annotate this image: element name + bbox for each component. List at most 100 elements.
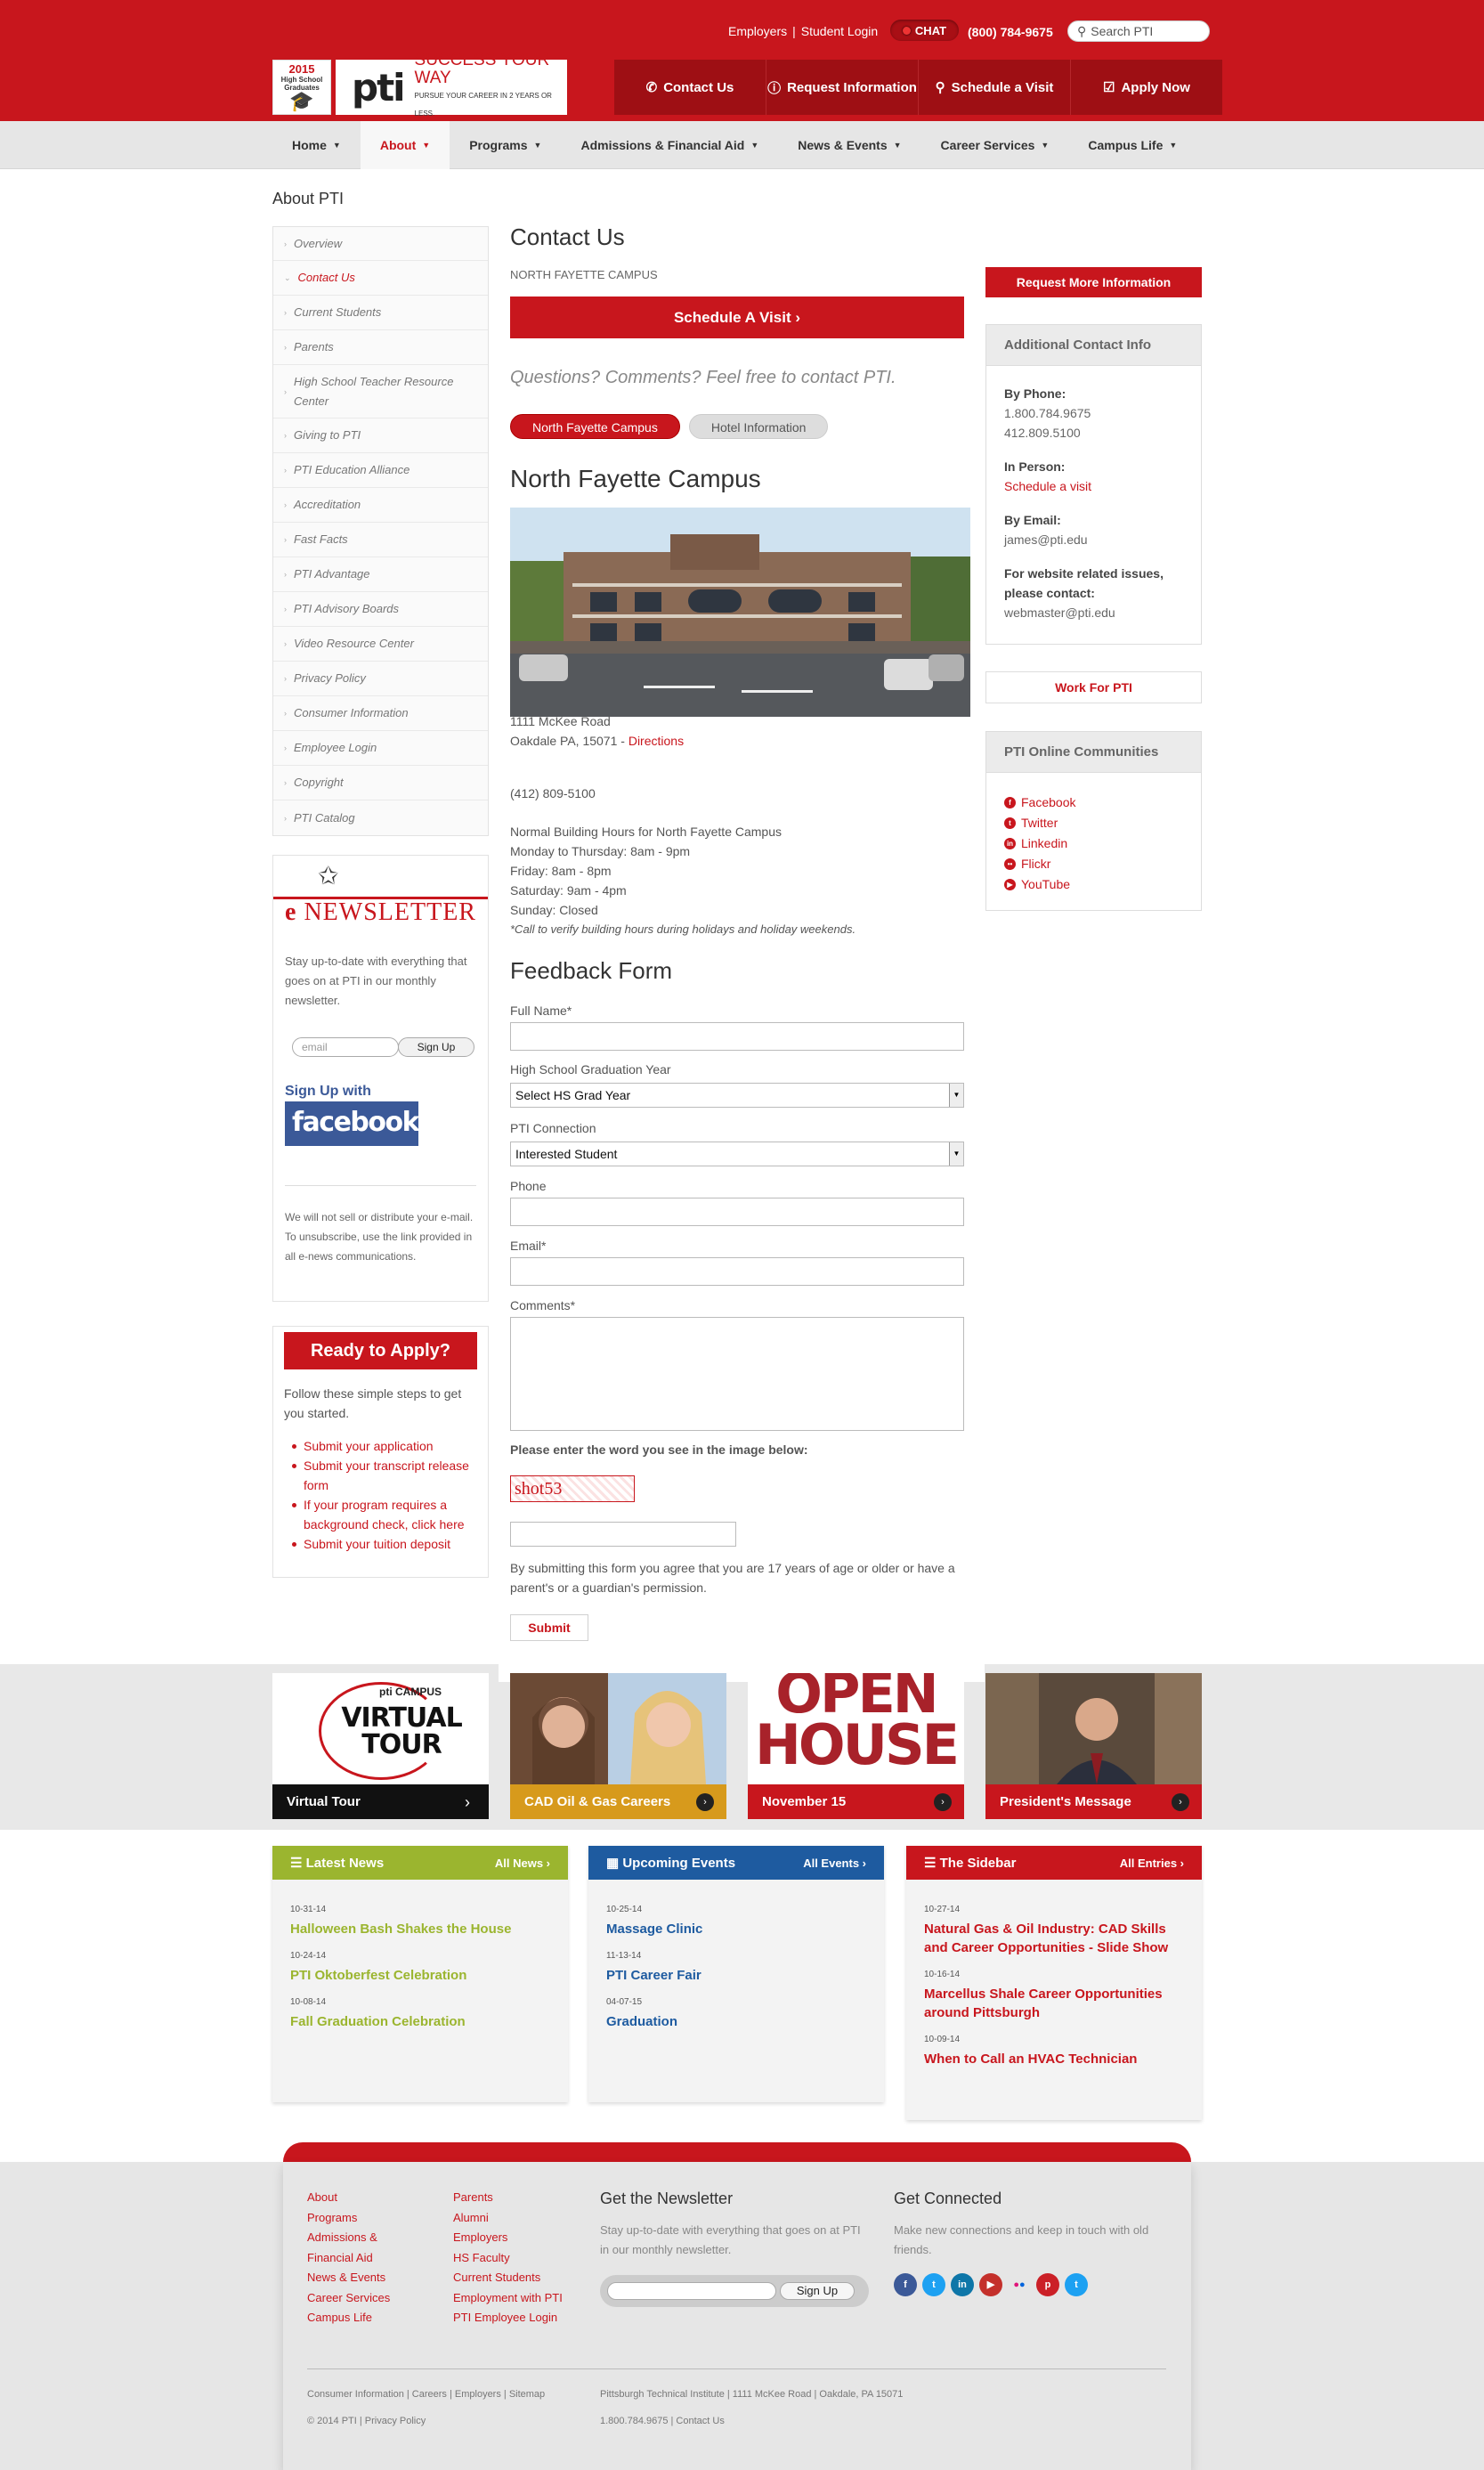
- sidenav-item-accreditation[interactable]: › Accreditation: [273, 488, 488, 523]
- blog-item-link[interactable]: Marcellus Shale Career Opportunities aro…: [924, 1985, 1191, 2022]
- all-entries-link[interactable]: All Entries ›: [1120, 1857, 1184, 1870]
- promo-cad-careers[interactable]: CAD Oil & Gas Careers ›: [510, 1673, 726, 1819]
- sidenav-item-catalog[interactable]: › PTI Catalog: [273, 800, 488, 835]
- work-for-pti-button[interactable]: Work For PTI: [985, 671, 1202, 703]
- connection-select[interactable]: Interested Student ▼: [510, 1142, 964, 1166]
- chat-icon: [902, 26, 911, 35]
- footer-email-input[interactable]: [607, 2282, 776, 2300]
- event-item-link[interactable]: Graduation: [606, 2012, 873, 2031]
- sidenav-item-hs-teacher[interactable]: › High School Teacher Resource Center: [273, 365, 488, 418]
- student-login-link[interactable]: Student Login: [801, 24, 878, 38]
- nav-career-services[interactable]: Career Services ▼: [921, 121, 1069, 169]
- contact-us-button[interactable]: ✆ Contact Us: [614, 60, 766, 115]
- schedule-visit-button[interactable]: Schedule A Visit ›: [510, 297, 964, 338]
- employers-link[interactable]: Employers: [728, 24, 787, 38]
- sidenav-item-video-resource[interactable]: › Video Resource Center: [273, 627, 488, 662]
- captcha-input[interactable]: [510, 1522, 736, 1547]
- twitter-icon[interactable]: t: [922, 2273, 945, 2296]
- facebook-icon[interactable]: f: [894, 2273, 917, 2296]
- flickr-link[interactable]: •• Flickr: [1004, 854, 1075, 874]
- sidenav-item-giving[interactable]: › Giving to PTI: [273, 418, 488, 453]
- nav-home[interactable]: Home ▼: [272, 121, 361, 169]
- pinterest-icon[interactable]: p: [1036, 2273, 1059, 2296]
- nav-news-events[interactable]: News & Events ▼: [778, 121, 920, 169]
- event-item-link[interactable]: PTI Career Fair: [606, 1966, 873, 1985]
- footer-bottom-links[interactable]: Consumer Information | Careers | Employe…: [307, 2389, 545, 2400]
- pti-logo[interactable]: pti SUCCESS YOUR WAY PURSUE YOUR CAREER I…: [336, 52, 567, 118]
- full-name-field[interactable]: [510, 1022, 964, 1051]
- blog-item-link[interactable]: When to Call an HVAC Technician: [924, 2050, 1191, 2068]
- twitter-icon[interactable]: t: [1065, 2273, 1088, 2296]
- news-item-link[interactable]: Fall Graduation Celebration: [290, 2012, 557, 2031]
- enews-signup-button[interactable]: Sign Up: [398, 1037, 474, 1057]
- news-item-link[interactable]: Halloween Bash Shakes the House: [290, 1920, 557, 1938]
- sidenav-item-advisory-boards[interactable]: › PTI Advisory Boards: [273, 592, 488, 627]
- apply-step-link[interactable]: Submit your application: [292, 1436, 482, 1456]
- chevron-right-icon: ›: [284, 535, 287, 544]
- webmaster-link[interactable]: webmaster@pti.edu: [1004, 603, 1196, 622]
- apply-step-link[interactable]: Submit your tuition deposit: [292, 1534, 482, 1554]
- search-input[interactable]: ⚲ Search PTI: [1067, 20, 1210, 42]
- twitter-link[interactable]: t Twitter: [1004, 813, 1075, 833]
- nav-about[interactable]: About ▼: [360, 121, 450, 169]
- promo-presidents-message[interactable]: President's Message ›: [985, 1673, 1202, 1819]
- request-more-info-button[interactable]: Request More Information: [985, 267, 1202, 297]
- sidenav-item-consumer-info[interactable]: › Consumer Information: [273, 696, 488, 731]
- grad-year-select[interactable]: Select HS Grad Year ▼: [510, 1083, 964, 1108]
- submit-button[interactable]: Submit: [510, 1614, 588, 1641]
- grad-badge[interactable]: 2015 High School Graduates 🎓: [272, 60, 331, 115]
- sidenav-item-fast-facts[interactable]: › Fast Facts: [273, 523, 488, 557]
- sidenav-item-employee-login[interactable]: › Employee Login: [273, 731, 488, 766]
- chevron-right-icon: ›: [284, 308, 287, 317]
- tab-north-fayette[interactable]: North Fayette Campus: [510, 414, 680, 439]
- linkedin-icon[interactable]: in: [951, 2273, 974, 2296]
- directions-link[interactable]: Directions: [628, 734, 684, 748]
- chat-button[interactable]: CHAT: [890, 20, 959, 41]
- caret-down-icon: ▼: [533, 141, 542, 150]
- email-field[interactable]: [510, 1257, 964, 1286]
- comments-textarea[interactable]: [510, 1317, 964, 1431]
- nav-admissions[interactable]: Admissions & Financial Aid ▼: [561, 121, 778, 169]
- apply-step-link[interactable]: Submit your transcript release form: [292, 1456, 482, 1495]
- enews-description: Stay up-to-date with everything that goe…: [285, 955, 467, 1007]
- all-news-link[interactable]: All News ›: [495, 1857, 550, 1870]
- linkedin-link[interactable]: in Linkedin: [1004, 833, 1075, 854]
- request-information-button[interactable]: ⓘ Request Information: [766, 60, 918, 115]
- fb-signup-label[interactable]: Sign Up with: [285, 1084, 371, 1100]
- blog-item-link[interactable]: Natural Gas & Oil Industry: CAD Skills a…: [924, 1920, 1191, 1957]
- promo-open-house[interactable]: OPEN HOUSE November 15 ›: [748, 1673, 964, 1819]
- sidenav-item-current-students[interactable]: › Current Students: [273, 296, 488, 330]
- sidenav-item-copyright[interactable]: › Copyright: [273, 766, 488, 800]
- event-item-link[interactable]: Massage Clinic: [606, 1920, 873, 1938]
- flickr-icon[interactable]: ●●: [1008, 2273, 1031, 2296]
- schedule-visit-link[interactable]: Schedule a visit: [1004, 476, 1196, 496]
- footer-contact[interactable]: 1.800.784.9675 | Contact Us: [600, 2416, 725, 2426]
- tab-hotel-information[interactable]: Hotel Information: [688, 414, 829, 439]
- schedule-visit-button[interactable]: ⚲ Schedule a Visit: [918, 60, 1070, 115]
- ready-to-apply-box: Ready to Apply? Follow these simple step…: [272, 1326, 489, 1578]
- nav-programs[interactable]: Programs ▼: [450, 121, 561, 169]
- sidenav-item-education-alliance[interactable]: › PTI Education Alliance: [273, 453, 488, 488]
- top-links: Employers | Student Login: [728, 24, 879, 38]
- facebook-link[interactable]: f Facebook: [1004, 792, 1075, 813]
- sidenav-item-parents[interactable]: › Parents: [273, 330, 488, 365]
- news-item-link[interactable]: PTI Oktoberfest Celebration: [290, 1966, 557, 1985]
- enews-email-input[interactable]: email: [292, 1037, 399, 1057]
- chevron-right-icon: ›: [284, 605, 287, 613]
- sidenav-item-pti-advantage[interactable]: › PTI Advantage: [273, 557, 488, 592]
- email-link[interactable]: james@pti.edu: [1004, 530, 1196, 549]
- sidenav-item-contact-us[interactable]: ⌄ Contact Us: [273, 261, 488, 296]
- sidenav-item-privacy-policy[interactable]: › Privacy Policy: [273, 662, 488, 696]
- promo-virtual-tour[interactable]: pti CAMPUS VIRTUAL TOUR Virtual Tour ›: [272, 1673, 489, 1819]
- youtube-icon[interactable]: ▶: [979, 2273, 1002, 2296]
- nav-campus-life[interactable]: Campus Life ▼: [1068, 121, 1196, 169]
- footer-signup-button[interactable]: Sign Up: [780, 2282, 855, 2300]
- facebook-logo[interactable]: facebook: [285, 1101, 420, 1146]
- phone-field[interactable]: [510, 1198, 964, 1226]
- all-events-link[interactable]: All Events ›: [803, 1857, 866, 1870]
- youtube-link[interactable]: ▶ YouTube: [1004, 874, 1075, 895]
- apply-step-link[interactable]: If your program requires a background ch…: [292, 1495, 482, 1534]
- apply-now-button[interactable]: ☑ Apply Now: [1070, 60, 1222, 115]
- ready-to-apply-button[interactable]: Ready to Apply?: [284, 1332, 477, 1369]
- sidenav-item-overview[interactable]: › Overview: [273, 227, 488, 261]
